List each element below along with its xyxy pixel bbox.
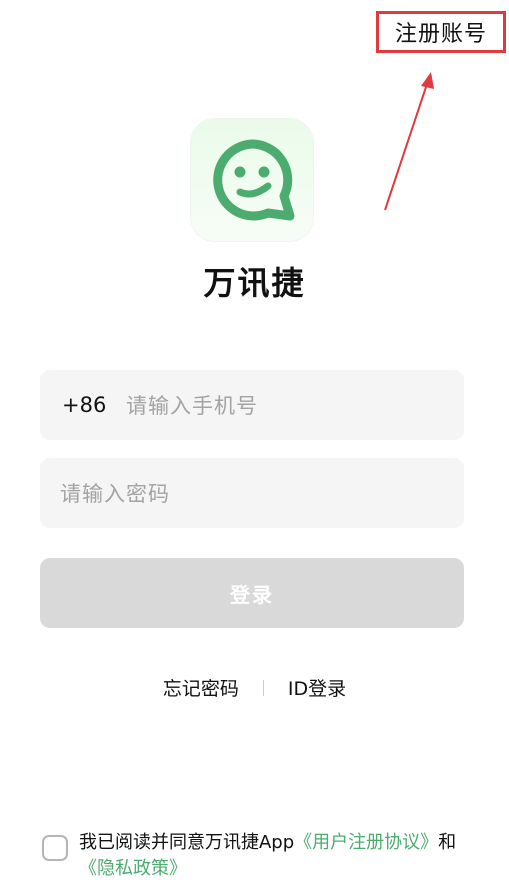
user-agreement-link[interactable]: 《用户注册协议》 <box>294 832 438 853</box>
register-account-button[interactable]: 注册账号 <box>376 11 506 53</box>
phone-input-placeholder[interactable]: 请输入手机号 <box>126 390 258 420</box>
login-button[interactable]: 登录 <box>40 558 464 628</box>
app-name: 万讯捷 <box>203 264 306 302</box>
password-field[interactable]: 请输入密码 <box>40 458 464 528</box>
country-code[interactable]: +86 <box>62 393 126 417</box>
privacy-policy-link[interactable]: 《隐私政策》 <box>79 858 187 879</box>
password-input-placeholder[interactable]: 请输入密码 <box>60 478 170 508</box>
agreement-text: 我已阅读并同意万讯捷App《用户注册协议》和《隐私政策》 <box>79 830 463 882</box>
app-logo <box>191 119 313 241</box>
agreement-conjunction: 和 <box>438 832 457 853</box>
phone-field[interactable]: +86 请输入手机号 <box>40 370 464 440</box>
agreement-row: 我已阅读并同意万讯捷App《用户注册协议》和《隐私政策》 <box>42 830 482 882</box>
login-button-label: 登录 <box>230 582 274 607</box>
forgot-password-link[interactable]: 忘记密码 <box>163 674 239 701</box>
secondary-links: 忘记密码 ID登录 <box>0 674 509 701</box>
agreement-prefix: 我已阅读并同意万讯捷App <box>79 832 295 853</box>
link-divider <box>262 679 264 696</box>
register-account-label: 注册账号 <box>394 22 487 47</box>
id-login-link[interactable]: ID登录 <box>288 674 346 701</box>
smiley-chat-bubble-icon <box>213 139 295 221</box>
agreement-checkbox[interactable] <box>42 835 68 861</box>
